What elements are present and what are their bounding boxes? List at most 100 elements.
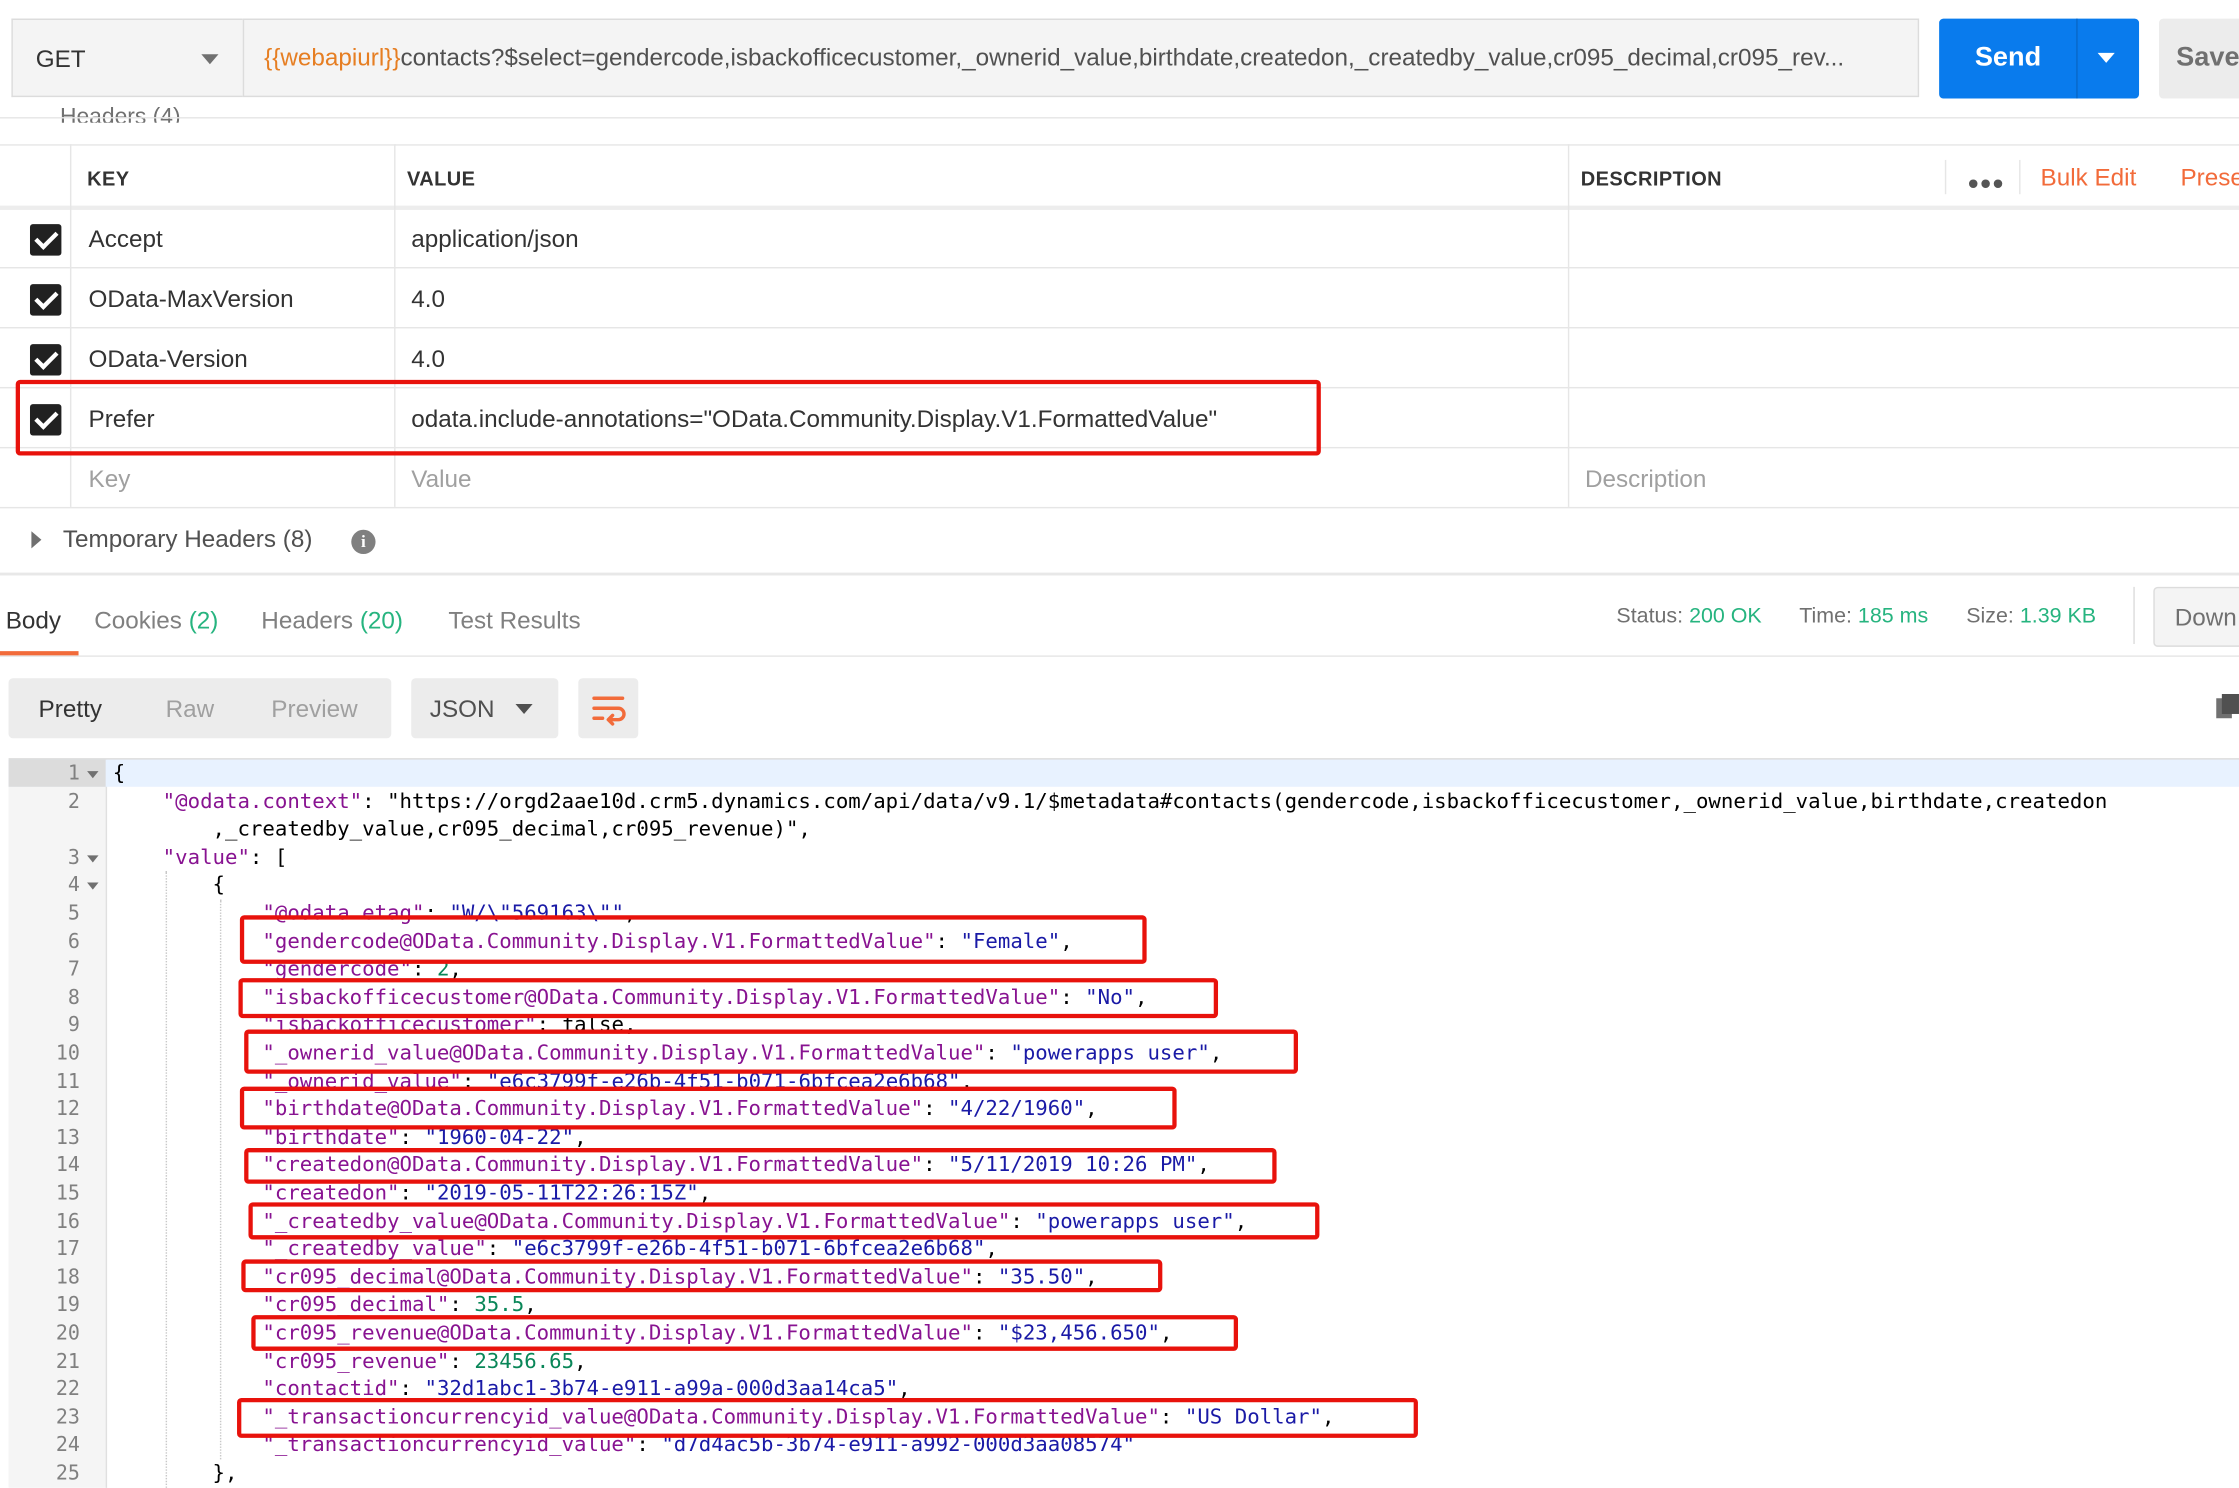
more-options-icon[interactable]: ••• — [1968, 166, 2005, 203]
status-label: Status: — [1616, 604, 1684, 629]
line-number: 9 — [67, 1014, 80, 1038]
header-key[interactable]: OData-MaxVersion — [89, 286, 294, 315]
line-number: 8 — [67, 986, 80, 1010]
fold-arrow-icon[interactable] — [87, 855, 99, 863]
chevron-down-icon — [201, 54, 219, 65]
code-line: }, — [112, 1462, 238, 1486]
tab-cookies[interactable]: Cookies (2) — [94, 607, 218, 636]
line-number: 21 — [55, 1350, 80, 1374]
method-select[interactable]: GET — [11, 18, 243, 98]
save-button[interactable]: Save — [2159, 18, 2239, 99]
url-input[interactable]: {{webapiurl}}contacts?$select=gendercode… — [242, 18, 1920, 98]
temporary-headers-label: Temporary Headers — [62, 525, 276, 553]
line-number: 7 — [67, 958, 80, 982]
time-label: Time: — [1799, 604, 1852, 629]
send-dropdown-chevron-icon[interactable] — [2097, 52, 2115, 63]
line-number: 25 — [55, 1462, 80, 1486]
line-number: 13 — [55, 1126, 80, 1150]
divider — [0, 655, 2239, 657]
header-value[interactable]: 4.0 — [411, 346, 445, 375]
view-preview[interactable]: Preview — [271, 695, 357, 724]
time-value: 185 ms — [1857, 604, 1929, 629]
send-button[interactable]: Send — [1939, 18, 2140, 99]
fold-arrow-icon[interactable] — [87, 883, 99, 891]
tab-body[interactable]: Body — [6, 607, 61, 636]
tab-label: Headers — [261, 606, 354, 635]
highlight-box — [15, 379, 1321, 456]
line-number: 17 — [55, 1238, 80, 1262]
header-value[interactable]: application/json — [411, 226, 578, 255]
tab-test-results[interactable]: Test Results — [448, 607, 580, 636]
checkbox-checked-icon[interactable] — [29, 344, 62, 376]
table-border — [0, 144, 2239, 146]
line-number: 18 — [55, 1266, 80, 1290]
line-number: 3 — [67, 846, 80, 870]
tab-count: (2) — [188, 606, 219, 635]
column-divider — [2019, 159, 2021, 195]
checkbox-checked-icon[interactable] — [29, 224, 62, 256]
highlight-box — [251, 1315, 1239, 1351]
line-number: 22 — [55, 1378, 80, 1402]
view-raw[interactable]: Raw — [166, 695, 215, 724]
highlight-box — [248, 1202, 1320, 1240]
bulk-edit-link[interactable]: Bulk Edit — [2041, 164, 2137, 193]
expand-arrow-icon[interactable] — [31, 531, 42, 549]
send-label: Send — [1974, 42, 2042, 73]
table-border — [0, 205, 2239, 210]
highlight-box — [238, 978, 1219, 1019]
code-line: ,_createdby_value,cr095_decimal,cr095_re… — [112, 818, 811, 842]
line-number: 4 — [67, 874, 80, 898]
copy-icon[interactable] — [2216, 693, 2239, 720]
column-divider — [1567, 144, 1570, 507]
download-button[interactable]: Down — [2153, 586, 2239, 647]
header-key[interactable]: Accept — [89, 226, 163, 255]
highlight-box — [239, 1086, 1177, 1130]
column-divider — [1944, 159, 1947, 195]
code-line: { — [112, 762, 126, 786]
code-line: "cr095_revenue": 23456.65, — [262, 1350, 587, 1374]
line-number: 15 — [55, 1182, 80, 1206]
size-value: 1.39 KB — [2019, 604, 2097, 629]
temporary-headers-toggle[interactable]: Temporary Headers (8) — [63, 525, 313, 554]
view-pretty[interactable]: Pretty — [39, 695, 102, 724]
divider — [2133, 586, 2135, 644]
temporary-headers-count: (8) — [282, 525, 313, 553]
save-label: Save — [2176, 42, 2239, 73]
line-number: 16 — [55, 1210, 80, 1234]
header-key[interactable]: OData-Version — [89, 346, 248, 375]
size-label: Size: — [1966, 604, 2014, 629]
new-value-input[interactable]: Value — [411, 466, 471, 495]
column-header-key: KEY — [87, 167, 130, 190]
highlight-box — [239, 915, 1147, 964]
status-readout: Status: 200 OK — [1616, 604, 1761, 628]
checkbox-checked-icon[interactable] — [29, 284, 62, 316]
format-select[interactable]: JSON — [411, 678, 559, 739]
line-number: 23 — [55, 1406, 80, 1430]
headers-section-title: Headers (4) — [59, 105, 181, 123]
table-border — [0, 506, 2239, 509]
tab-label: Test Results — [448, 606, 581, 635]
format-label: JSON — [429, 695, 495, 723]
highlight-box — [244, 1029, 1298, 1074]
tab-label: Body — [5, 606, 62, 635]
line-number: 14 — [55, 1154, 80, 1178]
line-number: 10 — [55, 1042, 80, 1066]
header-value[interactable]: 4.0 — [411, 286, 445, 315]
new-key-input[interactable]: Key — [89, 466, 131, 495]
wrap-lines-icon — [592, 696, 626, 726]
method-label: GET — [35, 45, 86, 73]
info-icon[interactable]: i — [351, 529, 376, 555]
tab-headers[interactable]: Headers (20) — [261, 607, 403, 636]
wrap-lines-button[interactable] — [578, 678, 639, 739]
url-variable: {{webapiurl}} — [264, 44, 401, 72]
column-header-value: VALUE — [406, 167, 476, 190]
table-border — [0, 326, 2239, 329]
highlight-box — [237, 1397, 1418, 1438]
size-readout: Size: 1.39 KB — [1966, 604, 2096, 628]
table-border — [0, 267, 2239, 269]
section-divider — [0, 572, 2239, 576]
presets-link[interactable]: Prese — [2180, 164, 2239, 193]
column-header-description: DESCRIPTION — [1580, 167, 1723, 190]
fold-arrow-icon[interactable] — [87, 771, 99, 779]
new-description-input[interactable]: Description — [1585, 466, 1706, 495]
